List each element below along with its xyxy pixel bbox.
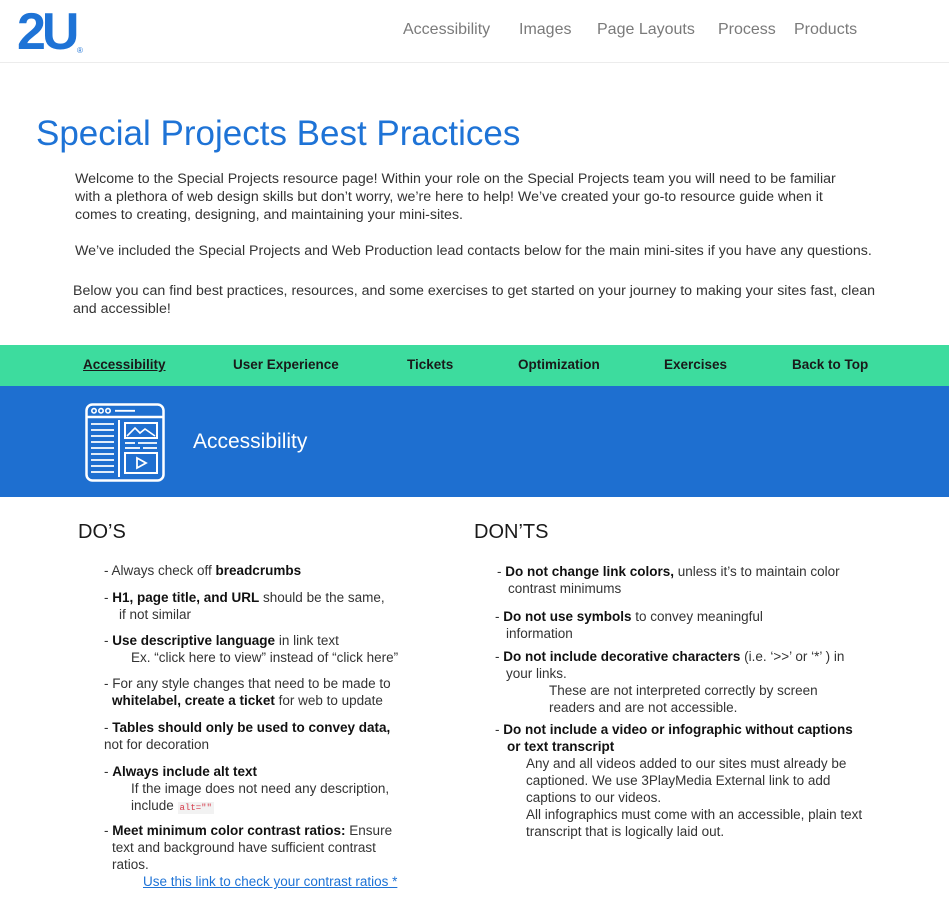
item-text: - (104, 764, 113, 779)
item-bold: Do not change link colors, (505, 564, 675, 579)
item-bold: Meet minimum color contrast ratios: (112, 823, 346, 838)
item-text: your links. (506, 666, 567, 681)
logo-text: 2U (17, 3, 80, 61)
item-text: - For any style changes that need to be … (104, 676, 391, 691)
nav-page-layouts[interactable]: Page Layouts (597, 21, 695, 39)
item-text: These are not interpreted correctly by s… (549, 683, 818, 698)
tab-optimization[interactable]: Optimization (518, 357, 600, 372)
nav-process[interactable]: Process (718, 21, 776, 39)
item-text: - (104, 590, 113, 605)
item-text: Any and all videos added to our sites mu… (526, 756, 847, 771)
item-text: - Always check off (104, 563, 216, 578)
item-text: transcript that is logically laid out. (526, 824, 725, 839)
item-text: Ensure (345, 823, 393, 838)
item-text: contrast minimums (508, 581, 622, 596)
donts-item-video-captions: - Do not include a video or infographic … (495, 721, 862, 840)
item-bold: whitelabel, create a ticket (112, 693, 275, 708)
dos-item-tables: - Tables should only be used to convey d… (104, 719, 390, 753)
item-text: in link text (275, 633, 339, 648)
logo[interactable]: 2U ® (17, 3, 83, 61)
tab-user-experience[interactable]: User Experience (233, 357, 339, 372)
tab-exercises[interactable]: Exercises (664, 357, 727, 372)
intro-paragraph-2: We’ve included the Special Projects and … (75, 243, 872, 259)
item-text: information (506, 626, 573, 641)
donts-item-link-colors: - Do not change link colors, unless it’s… (497, 563, 840, 597)
item-bold: breadcrumbs (215, 563, 302, 578)
tab-accessibility[interactable]: Accessibility (83, 357, 166, 372)
section-tab-bar: Accessibility User Experience Tickets Op… (0, 345, 949, 386)
item-text: (i.e. ‘>>’ or ‘*’ ) in (740, 649, 845, 664)
tab-tickets[interactable]: Tickets (407, 357, 453, 372)
item-text: - (495, 609, 504, 624)
banner-title: Accessibility (193, 430, 308, 453)
item-text: captions to our videos. (526, 790, 662, 805)
item-text: ratios. (112, 857, 149, 872)
dos-item-h1-title-url: - H1, page title, and URL should be the … (104, 589, 385, 623)
intro-paragraph-1: Welcome to the Special Projects resource… (75, 171, 836, 223)
tab-back-to-top[interactable]: Back to Top (792, 357, 868, 372)
item-text: should be the same, (259, 590, 385, 605)
donts-heading: DON’TS (474, 521, 549, 543)
item-bold: Do not use symbols (503, 609, 632, 624)
page-title: Special Projects Best Practices (36, 114, 521, 153)
intro-paragraph-3: Below you can find best practices, resou… (73, 283, 875, 317)
donts-item-decorative-characters: - Do not include decorative characters (… (495, 648, 844, 716)
item-text: - (497, 564, 506, 579)
item-text: - (104, 633, 113, 648)
dos-item-alt-text: - Always include alt text If the image do… (104, 763, 389, 817)
nav-products[interactable]: Products (794, 21, 857, 39)
contrast-checker-link[interactable]: Use this link to check your contrast rat… (104, 873, 397, 890)
dos-item-breadcrumbs: - Always check off breadcrumbs (104, 562, 301, 579)
item-bold: Always include alt text (112, 764, 258, 779)
item-bold: Do not include a video or infographic wi… (503, 722, 853, 737)
dos-item-descriptive-language: - Use descriptive language in link text E… (104, 632, 398, 666)
item-bold: or text transcript (507, 739, 615, 754)
dos-item-whitelabel-ticket: - For any style changes that need to be … (104, 675, 391, 709)
item-bold: Do not include decorative characters (503, 649, 741, 664)
item-text: - (495, 722, 504, 737)
item-bold: Tables should only be used to convey dat… (112, 720, 391, 735)
item-text: for web to update (274, 693, 383, 708)
item-text: not for decoration (104, 737, 210, 752)
nav-images[interactable]: Images (519, 21, 571, 39)
item-text: readers and are not accessible. (549, 700, 738, 715)
item-bold: Use descriptive language (112, 633, 276, 648)
webpage-layout-icon (85, 403, 165, 482)
accessibility-banner: Accessibility (0, 386, 949, 497)
item-text: - (495, 649, 504, 664)
item-text: to convey meaningful (631, 609, 763, 624)
item-text: Ex. “click here to view” instead of “cli… (131, 650, 399, 665)
item-text: - (104, 720, 113, 735)
site-header: 2U ® Accessibility Images Page Layouts P… (0, 0, 949, 63)
alt-code-snippet: alt="" (177, 802, 214, 814)
item-text: include (131, 798, 178, 813)
item-text: - (104, 823, 113, 838)
nav-accessibility[interactable]: Accessibility (403, 21, 490, 39)
item-text: All infographics must come with an acces… (526, 807, 863, 822)
item-text: if not similar (119, 607, 192, 622)
donts-item-symbols: - Do not use symbols to convey meaningfu… (495, 608, 763, 642)
logo-registered-mark: ® (77, 46, 83, 55)
item-text: If the image does not need any descripti… (131, 781, 390, 796)
item-text: unless it’s to maintain color (674, 564, 840, 579)
item-bold: H1, page title, and URL (112, 590, 260, 605)
dos-heading: DO’S (78, 521, 126, 543)
item-text: captioned. We use 3PlayMedia External li… (526, 773, 831, 788)
item-text: text and background have sufficient cont… (112, 840, 376, 855)
dos-item-color-contrast: - Meet minimum color contrast ratios: En… (104, 822, 397, 890)
